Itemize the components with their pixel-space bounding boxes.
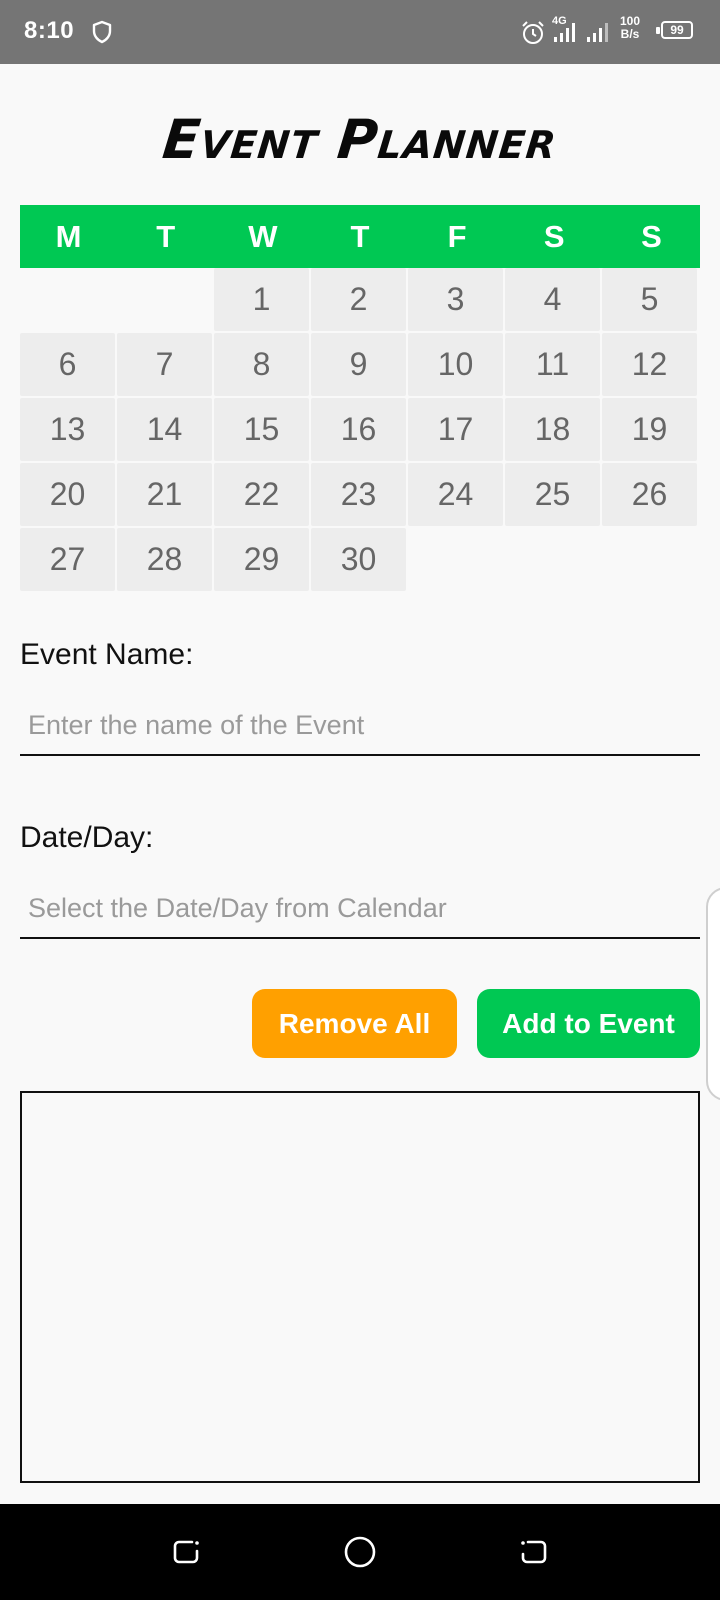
alarm-icon [522, 21, 544, 44]
calendar-day-cell[interactable]: 25 [505, 463, 600, 526]
speed-unit: B/s [620, 27, 640, 41]
calendar-day-cell[interactable]: 8 [214, 333, 309, 396]
event-name-label: Event Name: [20, 638, 194, 671]
calendar-day-cell[interactable]: 16 [311, 398, 406, 461]
recent-apps-icon[interactable] [168, 1534, 204, 1570]
weekday-label: W [248, 219, 278, 254]
calendar-day-cell[interactable]: 21 [117, 463, 212, 526]
calendar-day-cell[interactable]: 14 [117, 398, 212, 461]
weekday-label: S [641, 219, 662, 254]
weekday-label: T [156, 219, 176, 254]
calendar-day-cell[interactable]: 24 [408, 463, 503, 526]
network-speed: 100 B/s [620, 15, 640, 41]
weekday-label: M [55, 219, 82, 254]
remove-all-button[interactable]: Remove All [252, 989, 457, 1058]
calendar-weekday-header: MTWTFSS [20, 205, 700, 268]
calendar-day-cell[interactable]: 5 [602, 268, 697, 331]
date-input[interactable] [20, 879, 700, 939]
calendar-day-cell[interactable]: 20 [20, 463, 115, 526]
page-title: Event Planner [159, 108, 561, 171]
event-name-input[interactable] [20, 696, 700, 756]
calendar-day-cell[interactable]: 3 [408, 268, 503, 331]
calendar-day-cell[interactable]: 2 [311, 268, 406, 331]
battery-icon: 99 [661, 21, 693, 39]
calendar-day-cell[interactable]: 27 [20, 528, 115, 591]
navigation-bar [0, 1504, 720, 1600]
calendar-day-cell[interactable]: 11 [505, 333, 600, 396]
weekday-label: S [543, 219, 565, 254]
calendar-day-cell[interactable]: 12 [602, 333, 697, 396]
status-bar: 8:10 4G 100 B/s 99 [0, 0, 720, 64]
calendar-day-cell[interactable]: 13 [20, 398, 115, 461]
signal-icon-2 [587, 23, 608, 42]
edge-panel-handle[interactable] [706, 887, 720, 1101]
calendar-day-cell[interactable]: 18 [505, 398, 600, 461]
calendar-day-cell[interactable]: 22 [214, 463, 309, 526]
shield-icon [92, 20, 112, 44]
battery-nub [656, 27, 660, 34]
calendar-day-cell[interactable]: 10 [408, 333, 503, 396]
events-list[interactable] [20, 1091, 700, 1483]
calendar-day-cell[interactable]: 15 [214, 398, 309, 461]
calendar-day-cell[interactable]: 26 [602, 463, 697, 526]
back-icon[interactable] [516, 1534, 552, 1570]
calendar-grid: 1 2 3 4 5 6 7 8 9 10 11 12 13 14 15 16 17 18 19 20 21 22 23 24 2… [20, 268, 700, 591]
calendar-day-cell[interactable]: 19 [602, 398, 697, 461]
status-time: 8:10 [24, 17, 75, 44]
calendar-day-cell[interactable]: 30 [311, 528, 406, 591]
calendar-day-cell[interactable]: 29 [214, 528, 309, 591]
calendar-day-cell[interactable]: 23 [311, 463, 406, 526]
weekday-label: T [350, 219, 370, 254]
home-icon[interactable] [342, 1534, 378, 1570]
calendar-day-cell[interactable]: 28 [117, 528, 212, 591]
calendar-day-cell[interactable]: 4 [505, 268, 600, 331]
calendar-day-cell[interactable]: 7 [117, 333, 212, 396]
add-to-event-button[interactable]: Add to Event [477, 989, 700, 1058]
calendar-empty-cell [117, 268, 212, 331]
weekday-label: F [447, 219, 467, 254]
calendar-day-cell[interactable]: 9 [311, 333, 406, 396]
calendar-empty-cell [20, 268, 115, 331]
signal-icon [554, 23, 575, 42]
date-label: Date/Day: [20, 821, 154, 854]
calendar-day-cell[interactable]: 1 [214, 268, 309, 331]
calendar-day-cell[interactable]: 6 [20, 333, 115, 396]
calendar-day-cell[interactable]: 17 [408, 398, 503, 461]
